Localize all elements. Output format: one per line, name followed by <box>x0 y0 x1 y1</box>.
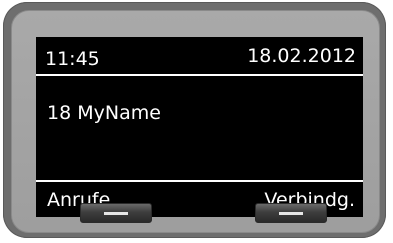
status-date: 18.02.2012 <box>247 45 356 67</box>
dash-icon <box>279 212 303 215</box>
status-divider <box>36 74 363 76</box>
display-screen: 11:45 18.02.2012 18 MyName Anrufe Verbin… <box>36 37 363 217</box>
softkey-divider <box>36 180 363 182</box>
status-time: 11:45 <box>45 48 100 70</box>
caller-name: 18 MyName <box>47 102 161 124</box>
left-softkey-button[interactable] <box>80 203 152 223</box>
right-softkey-button[interactable] <box>255 203 327 223</box>
dash-icon <box>104 212 128 215</box>
